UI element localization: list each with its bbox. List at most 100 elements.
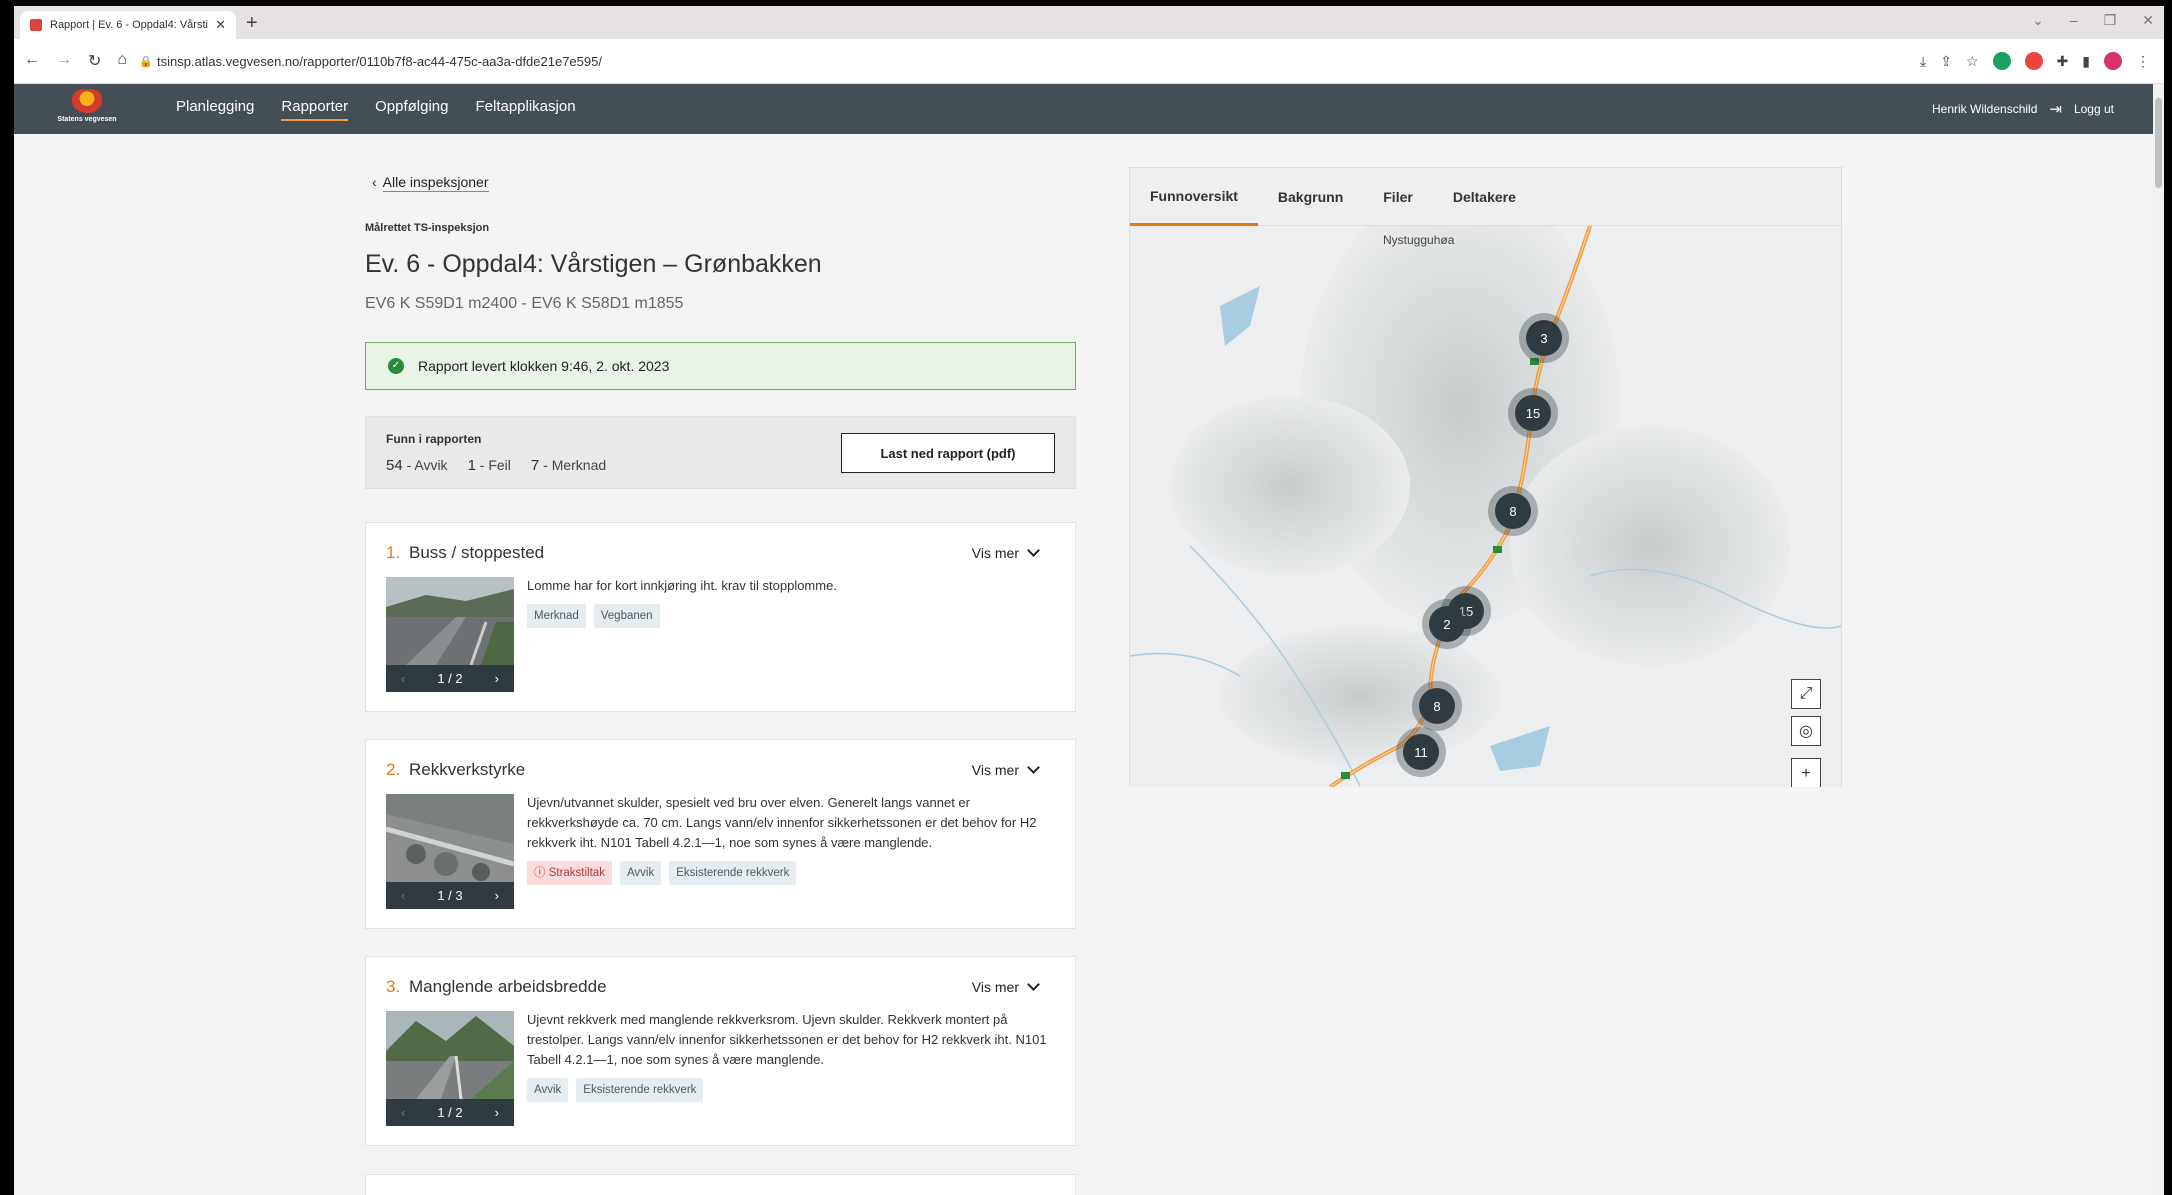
prev-image-icon[interactable]: ‹ (401, 1105, 405, 1120)
browser-window: Rapport | Ev. 6 - Oppdal4: Vårsti ✕ + ⌄ … (14, 6, 2164, 1195)
close-window-icon[interactable]: ✕ (2142, 12, 2154, 29)
nav-feltapplikasjon[interactable]: Feltapplikasjon (475, 98, 575, 121)
nav-rapporter[interactable]: Rapporter (281, 98, 349, 121)
tab-search-icon[interactable]: ⌄ (2032, 12, 2044, 29)
extensions-puzzle-icon[interactable]: ✚ (2057, 53, 2069, 70)
finding-title: Rekkverkstyrke (409, 760, 526, 779)
image-pager: ‹ 1 / 3 › (386, 882, 514, 909)
url-text: tsinsp.atlas.vegvesen.no/rapporter/0110b… (157, 53, 602, 69)
image-pager: ‹ 1 / 2 › (386, 1099, 514, 1126)
grammarly-icon[interactable] (1992, 52, 2011, 70)
main-nav: Planlegging Rapporter Oppfølging Feltapp… (176, 98, 576, 121)
back-link[interactable]: ‹ Alle inspeksjoner (372, 174, 489, 192)
user-name: Henrik Wildenschild (1932, 102, 2038, 116)
prev-image-icon[interactable]: ‹ (401, 888, 405, 903)
summary-label: Funn i rapporten (386, 432, 482, 446)
vis-mer-button[interactable]: Vis mer (972, 761, 1040, 778)
logout-link[interactable]: Logg ut (2074, 102, 2114, 116)
scrollbar-thumb[interactable] (2155, 98, 2162, 188)
menu-kebab-icon[interactable]: ⋮ (2136, 53, 2150, 70)
tab-bakgrunn[interactable]: Bakgrunn (1258, 168, 1363, 226)
finding-card: 2. Rekkverkstyrke Vis mer ‹ 1 / 3 › Ujev… (365, 739, 1076, 929)
install-icon[interactable]: ⤓ (1920, 53, 1926, 70)
svg-text:8: 8 (1433, 699, 1440, 714)
svg-text:15: 15 (1526, 406, 1540, 421)
nav-planlegging[interactable]: Planlegging (176, 98, 254, 121)
locate-icon[interactable]: ◎ (1791, 716, 1821, 746)
logout-icon[interactable]: ⇥ (2049, 100, 2062, 118)
tab-deltakere[interactable]: Deltakere (1433, 168, 1536, 226)
prev-image-icon[interactable]: ‹ (401, 671, 405, 686)
cluster-marker[interactable]: 2 (1422, 599, 1472, 649)
finding-text: Ujevnt rekkverk med manglende rekkverksr… (527, 1012, 1047, 1067)
main-content: ‹ Alle inspeksjoner Målrettet TS-inspeksj… (14, 134, 2154, 1195)
tag-list: Merknad Vegbanen (527, 604, 1047, 628)
map[interactable]: 3 15 8 15 2 8 11 Nystugguhøa ⤢ ◎ + − (1130, 226, 1841, 787)
minimize-icon[interactable]: – (2070, 12, 2078, 29)
finding-image[interactable]: ‹ 1 / 3 › (386, 794, 514, 909)
svg-text:8: 8 (1509, 504, 1516, 519)
pager-text: 1 / 3 (437, 888, 463, 903)
forward-icon[interactable]: → (56, 51, 72, 71)
svg-text:2: 2 (1443, 617, 1450, 632)
tab-filer[interactable]: Filer (1363, 168, 1433, 226)
finding-number: 3. (386, 977, 401, 996)
download-report-button[interactable]: Last ned rapport (pdf) (841, 433, 1055, 473)
logo[interactable]: Statens vegvesen (52, 89, 122, 123)
bookmark-star-icon[interactable]: ☆ (1966, 53, 1979, 70)
chevron-down-icon (1027, 978, 1040, 991)
pager-text: 1 / 2 (437, 1105, 463, 1120)
finding-number: 2. (386, 760, 401, 779)
finding-card: 1. Buss / stoppested Vis mer ‹ 1 / 2 › L… (365, 522, 1076, 712)
finding-image[interactable]: ‹ 1 / 2 › (386, 1011, 514, 1126)
next-image-icon[interactable]: › (495, 671, 499, 686)
finding-description: Ujevn/utvannet skulder, spesielt ved bru… (527, 793, 1047, 885)
summary-counts: 54 - Avvik 1 - Feil 7 - Merknad (386, 457, 606, 474)
restore-icon[interactable]: ❐ (2104, 12, 2117, 29)
vis-mer-button[interactable]: Vis mer (972, 978, 1040, 995)
tag: Vegbanen (593, 604, 660, 628)
new-tab-icon[interactable]: + (246, 12, 258, 35)
home-icon[interactable]: ⌂ (117, 51, 127, 71)
tab-funnoversikt[interactable]: Funnoversikt (1130, 168, 1258, 226)
zoom-in-button[interactable]: + (1791, 758, 1821, 787)
sidepanel-icon[interactable]: ▮ (2082, 53, 2090, 70)
cluster-marker[interactable]: 8 (1488, 486, 1538, 536)
tag: Merknad (527, 604, 586, 628)
window-controls: ⌄ – ❐ ✕ (2032, 12, 2154, 29)
adblock-icon[interactable] (2024, 52, 2043, 70)
profile-avatar-icon[interactable] (2104, 52, 2122, 70)
tag-list: Avvik Eksisterende rekkverk (527, 1078, 1047, 1102)
fullscreen-icon[interactable]: ⤢ (1791, 679, 1821, 709)
finding-text: Lomme har for kort innkjøring iht. krav … (527, 578, 837, 593)
next-image-icon[interactable]: › (495, 888, 499, 903)
page-scrollbar[interactable] (2153, 84, 2164, 1195)
tab-title: Rapport | Ev. 6 - Oppdal4: Vårsti (50, 19, 208, 31)
delivered-text: Rapport levert klokken 9:46, 2. okt. 202… (418, 358, 670, 374)
url-field[interactable]: 🔒 tsinsp.atlas.vegvesen.no/rapporter/011… (139, 47, 1899, 75)
next-image-icon[interactable]: › (495, 1105, 499, 1120)
share-icon[interactable]: ⇪ (1940, 53, 1952, 70)
count-merknad: 7 - Merknad (530, 457, 607, 474)
cluster-marker[interactable]: 8 (1412, 681, 1462, 731)
finding-description: Lomme har for kort innkjøring iht. krav … (527, 576, 1047, 628)
finding-title: Manglende arbeidsbredde (409, 977, 607, 996)
cluster-marker[interactable]: 11 (1396, 727, 1446, 777)
nav-oppfolging[interactable]: Oppfølging (375, 98, 448, 121)
tag-list: ⓘ Strakstiltak Avvik Eksisterende rekkve… (527, 861, 1047, 885)
map-tabs: Funnoversikt Bakgrunn Filer Deltakere (1130, 168, 1841, 226)
app-header: Statens vegvesen Planlegging Rapporter O… (14, 84, 2158, 134)
tag: Avvik (527, 1078, 569, 1102)
finding-title: Buss / stoppested (409, 543, 545, 562)
cluster-marker[interactable]: 3 (1519, 313, 1569, 363)
close-tab-icon[interactable]: ✕ (215, 17, 226, 33)
back-icon[interactable]: ← (24, 51, 40, 71)
vis-mer-button[interactable]: Vis mer (972, 544, 1040, 561)
finding-image[interactable]: ‹ 1 / 2 › (386, 577, 514, 692)
tab-strip: Rapport | Ev. 6 - Oppdal4: Vårsti ✕ + ⌄ … (14, 6, 2164, 39)
pager-text: 1 / 2 (437, 671, 463, 686)
browser-tab[interactable]: Rapport | Ev. 6 - Oppdal4: Vårsti ✕ (20, 11, 236, 39)
reload-icon[interactable]: ↻ (88, 51, 101, 71)
tag: Avvik (619, 861, 662, 885)
cluster-marker[interactable]: 15 (1508, 388, 1558, 438)
